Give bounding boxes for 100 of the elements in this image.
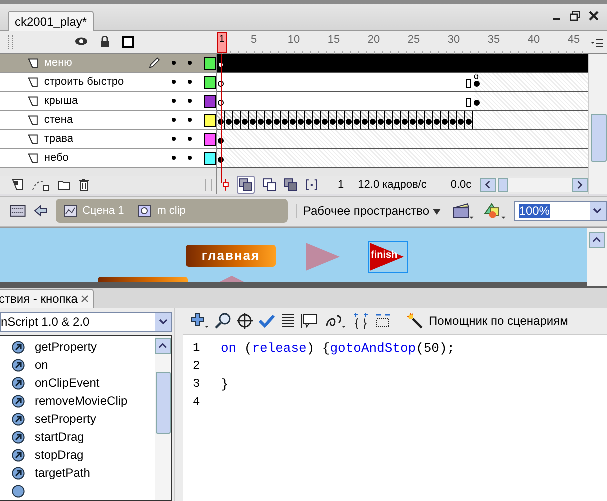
center-frame-icon[interactable] [223,179,229,192]
action-item[interactable]: stopDrag [0,446,155,464]
action-item[interactable]: targetPath [0,464,155,482]
onion-outline-icon[interactable] [262,178,276,192]
script-assist-button[interactable]: Помощник по сценариям [407,313,568,329]
timeline-toggle-icon[interactable] [10,205,26,218]
movie-clip-icon [138,205,152,218]
action-item[interactable]: removeMovieClip [0,392,155,410]
target-icon[interactable] [237,313,253,329]
code-line: } [221,376,229,392]
layer-row[interactable]: крыша [0,92,216,112]
frame-track[interactable]: α [217,73,588,92]
format-icon[interactable] [281,314,295,328]
layer-icon [28,152,38,164]
frame-rate: 12.0 кадров/с [358,179,427,192]
layer-icon [28,76,38,88]
onion-markers-icon[interactable] [306,179,318,192]
vertical-scrollbar[interactable] [588,54,607,194]
action-item[interactable]: setProperty [0,410,155,428]
line-number: 1 [193,341,202,355]
horizontal-scrollbar[interactable] [480,178,588,192]
menu-button[interactable]: главная [186,244,276,266]
new-layer-icon[interactable] [12,179,24,192]
expand-braces-icon[interactable] [353,313,369,329]
lock-dot[interactable] [188,137,192,142]
motion-guide-icon[interactable] [32,179,50,192]
list-scrollbar[interactable] [155,336,171,500]
layer-name: трава [44,133,74,146]
current-frame: 1 [338,179,344,192]
collapse-icon[interactable] [375,313,391,329]
debug-icon[interactable] [325,313,347,329]
edit-scene-icon[interactable] [452,202,475,220]
visible-dot[interactable] [172,118,176,122]
close-icon[interactable] [589,11,599,22]
scroll-thumb[interactable] [498,178,508,192]
frame-label: α [474,72,479,82]
action-item[interactable]: startDrag [0,428,155,446]
playhead[interactable]: 1 [217,32,227,53]
scroll-left-icon[interactable] [480,178,496,192]
end-frame-marker [466,98,471,108]
code-hint-icon[interactable] [301,313,319,329]
edit-symbols-icon[interactable] [482,202,506,220]
frame-number: 30 [446,34,462,46]
visible-dot[interactable] [172,80,176,84]
layer-color-swatch[interactable] [204,114,216,127]
version-dropdown[interactable]: nScript 1.0 & 2.0 [0,312,172,332]
add-icon[interactable] [191,313,209,329]
line-number: 2 [193,359,202,373]
layer-row[interactable]: стена [0,111,216,130]
menu-icon[interactable] [591,38,603,48]
zoom-field[interactable]: 100% [514,201,607,222]
restore-icon[interactable] [570,10,581,22]
back-arrow-icon[interactable] [34,205,48,218]
layer-color-swatch[interactable] [204,76,216,89]
layer-icon [28,114,38,126]
stage-scrollbar[interactable] [587,228,607,286]
lock-icon[interactable] [100,36,110,48]
lock-dot[interactable] [188,61,192,66]
lock-dot[interactable] [188,80,192,84]
edit-multiple-frames-icon[interactable] [284,178,298,192]
visible-dot[interactable] [172,61,176,66]
folder-icon[interactable] [58,180,71,191]
layer-row[interactable]: трава [0,130,216,150]
outline-icon[interactable] [122,36,134,48]
action-item[interactable]: getProperty [0,338,155,356]
check-icon[interactable] [259,314,275,328]
code-editor[interactable]: 1 on (release) {gotoAndStop(50); 2 3 } 4 [183,335,607,501]
onion-skin-icon[interactable] [236,176,255,194]
pencil-icon [148,57,160,70]
eye-icon[interactable] [75,37,88,46]
layer-color-swatch[interactable] [204,56,216,70]
search-icon[interactable] [215,313,231,329]
action-icon [12,340,25,354]
selected-triangle-button[interactable]: finish [369,242,407,272]
layer-row[interactable]: небо [0,149,216,168]
action-item[interactable]: onClipEvent [0,374,155,392]
code-line: on (release) {gotoAndStop(50); [221,340,456,356]
action-icon [12,430,25,444]
caret-icon [432,209,441,216]
document-tab[interactable]: ck2001_play* [8,10,94,31]
layer-color-swatch[interactable] [204,152,216,165]
line-number: 3 [193,377,202,391]
layer-color-swatch[interactable] [204,132,216,146]
visible-dot[interactable] [172,137,176,142]
visible-dot[interactable] [172,156,176,160]
scroll-up-icon[interactable] [589,232,605,248]
workspace-dropdown[interactable]: Рабочее пространство [296,204,445,218]
layer-icon [28,58,38,69]
frame-number: 15 [326,34,342,46]
scroll-up-icon[interactable] [155,338,171,354]
lock-dot[interactable] [188,156,192,160]
layer-color-swatch[interactable] [204,94,216,108]
scroll-right-icon[interactable] [572,178,588,192]
lock-dot[interactable] [188,118,192,122]
action-item[interactable]: on [0,356,155,374]
trash-icon[interactable] [79,179,89,192]
action-icon [12,484,25,498]
layer-row[interactable]: строить быстро [0,73,216,92]
lock-dot[interactable] [188,99,192,104]
visible-dot[interactable] [172,99,176,104]
